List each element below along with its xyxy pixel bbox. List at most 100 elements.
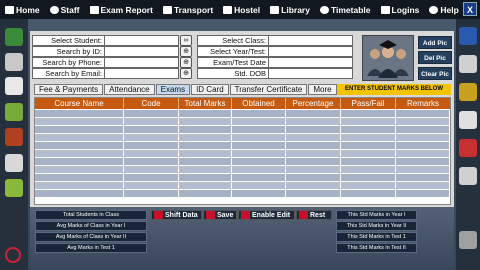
table-cell[interactable] — [286, 166, 341, 173]
lab-flask-icon[interactable] — [5, 179, 23, 197]
table-cell[interactable] — [124, 110, 179, 117]
tab-fee-payments[interactable]: Fee & Payments — [34, 84, 104, 95]
table-cell[interactable] — [179, 134, 232, 141]
table-cell[interactable] — [396, 110, 450, 117]
select-year-input[interactable] — [269, 46, 353, 57]
table-cell[interactable] — [124, 166, 179, 173]
table-cell[interactable] — [232, 158, 286, 165]
table-cell[interactable] — [35, 190, 124, 197]
certificate-icon[interactable] — [459, 83, 477, 101]
nav-home[interactable]: Home — [0, 0, 45, 19]
enable-edit-button[interactable]: Enable Edit — [238, 210, 295, 220]
settings-icon[interactable] — [459, 167, 477, 185]
table-cell[interactable] — [179, 110, 232, 117]
table-cell[interactable] — [35, 166, 124, 173]
table-cell[interactable] — [286, 174, 341, 181]
table-cell[interactable] — [179, 118, 232, 125]
table-cell[interactable] — [286, 182, 341, 189]
search-email-icon[interactable]: ⊕ — [180, 68, 192, 79]
table-cell[interactable] — [286, 150, 341, 157]
bus-icon[interactable] — [5, 53, 23, 71]
table-cell[interactable] — [341, 174, 396, 181]
nav-library[interactable]: Library — [265, 0, 315, 19]
id-card-icon[interactable] — [459, 139, 477, 157]
nav-timetable[interactable]: Timetable — [315, 0, 376, 19]
binoculars-icon[interactable]: ∞ — [180, 35, 192, 46]
table-cell[interactable] — [396, 190, 450, 197]
table-cell[interactable] — [396, 126, 450, 133]
select-student-input[interactable] — [105, 35, 179, 46]
table-cell[interactable] — [341, 166, 396, 173]
table-cell[interactable] — [35, 134, 124, 141]
teachers-icon[interactable] — [459, 55, 477, 73]
add-pic-button[interactable]: Add Pic — [418, 36, 452, 49]
clear-pic-button[interactable]: Clear Pic — [418, 67, 452, 80]
nav-logins[interactable]: Logins — [376, 0, 425, 19]
table-cell[interactable] — [124, 190, 179, 197]
table-cell[interactable] — [124, 118, 179, 125]
nav-staff[interactable]: Staff — [45, 0, 85, 19]
more-icon[interactable] — [459, 231, 477, 249]
table-cell[interactable] — [232, 118, 286, 125]
search-phone-icon[interactable]: ⊕ — [180, 57, 192, 68]
std-dob-input[interactable] — [269, 68, 353, 79]
search-phone-input[interactable] — [105, 57, 179, 68]
nav-exam-report[interactable]: Exam Report — [85, 0, 158, 19]
checklist-icon[interactable] — [5, 103, 23, 121]
table-cell[interactable] — [286, 134, 341, 141]
table-cell[interactable] — [124, 182, 179, 189]
table-cell[interactable] — [179, 182, 232, 189]
nav-transport[interactable]: Transport — [158, 0, 218, 19]
table-cell[interactable] — [341, 126, 396, 133]
rest-button[interactable]: Rest — [296, 210, 332, 220]
table-cell[interactable] — [35, 126, 124, 133]
table-cell[interactable] — [179, 166, 232, 173]
staff-profile-icon[interactable] — [459, 27, 477, 45]
table-cell[interactable] — [286, 110, 341, 117]
table-cell[interactable] — [124, 142, 179, 149]
table-cell[interactable] — [179, 150, 232, 157]
table-cell[interactable] — [124, 126, 179, 133]
table-cell[interactable] — [179, 142, 232, 149]
table-cell[interactable] — [286, 126, 341, 133]
power-icon[interactable] — [5, 247, 21, 263]
table-cell[interactable] — [232, 110, 286, 117]
del-pic-button[interactable]: Del Pic — [418, 51, 452, 64]
table-cell[interactable] — [179, 126, 232, 133]
table-cell[interactable] — [124, 150, 179, 157]
nav-help[interactable]: Help — [424, 0, 463, 19]
search-id-icon[interactable]: ⊕ — [180, 46, 192, 57]
tab-attendance[interactable]: Attendance — [104, 84, 155, 95]
table-cell[interactable] — [396, 174, 450, 181]
table-cell[interactable] — [232, 134, 286, 141]
table-cell[interactable] — [396, 134, 450, 141]
award-icon[interactable] — [459, 111, 477, 129]
table-cell[interactable] — [35, 158, 124, 165]
close-button[interactable]: X — [463, 2, 477, 16]
calendar-icon[interactable] — [5, 154, 23, 172]
table-cell[interactable] — [35, 118, 124, 125]
table-cell[interactable] — [232, 150, 286, 157]
tab-more[interactable]: More — [308, 84, 337, 95]
table-cell[interactable] — [232, 126, 286, 133]
table-cell[interactable] — [35, 174, 124, 181]
table-cell[interactable] — [35, 182, 124, 189]
tab-exams[interactable]: Exams — [155, 84, 191, 95]
table-cell[interactable] — [341, 158, 396, 165]
table-cell[interactable] — [396, 158, 450, 165]
tab-transfer-certificate[interactable]: Transfer Certificate — [229, 84, 308, 95]
table-cell[interactable] — [341, 190, 396, 197]
table-cell[interactable] — [341, 150, 396, 157]
table-cell[interactable] — [286, 158, 341, 165]
student-icon[interactable] — [5, 28, 23, 46]
table-cell[interactable] — [286, 118, 341, 125]
table-cell[interactable] — [396, 118, 450, 125]
table-cell[interactable] — [35, 150, 124, 157]
table-cell[interactable] — [232, 142, 286, 149]
table-cell[interactable] — [179, 190, 232, 197]
table-cell[interactable] — [179, 158, 232, 165]
exam-date-input[interactable] — [269, 57, 353, 68]
book-icon[interactable] — [5, 77, 23, 95]
table-cell[interactable] — [341, 142, 396, 149]
search-email-input[interactable] — [105, 68, 179, 79]
